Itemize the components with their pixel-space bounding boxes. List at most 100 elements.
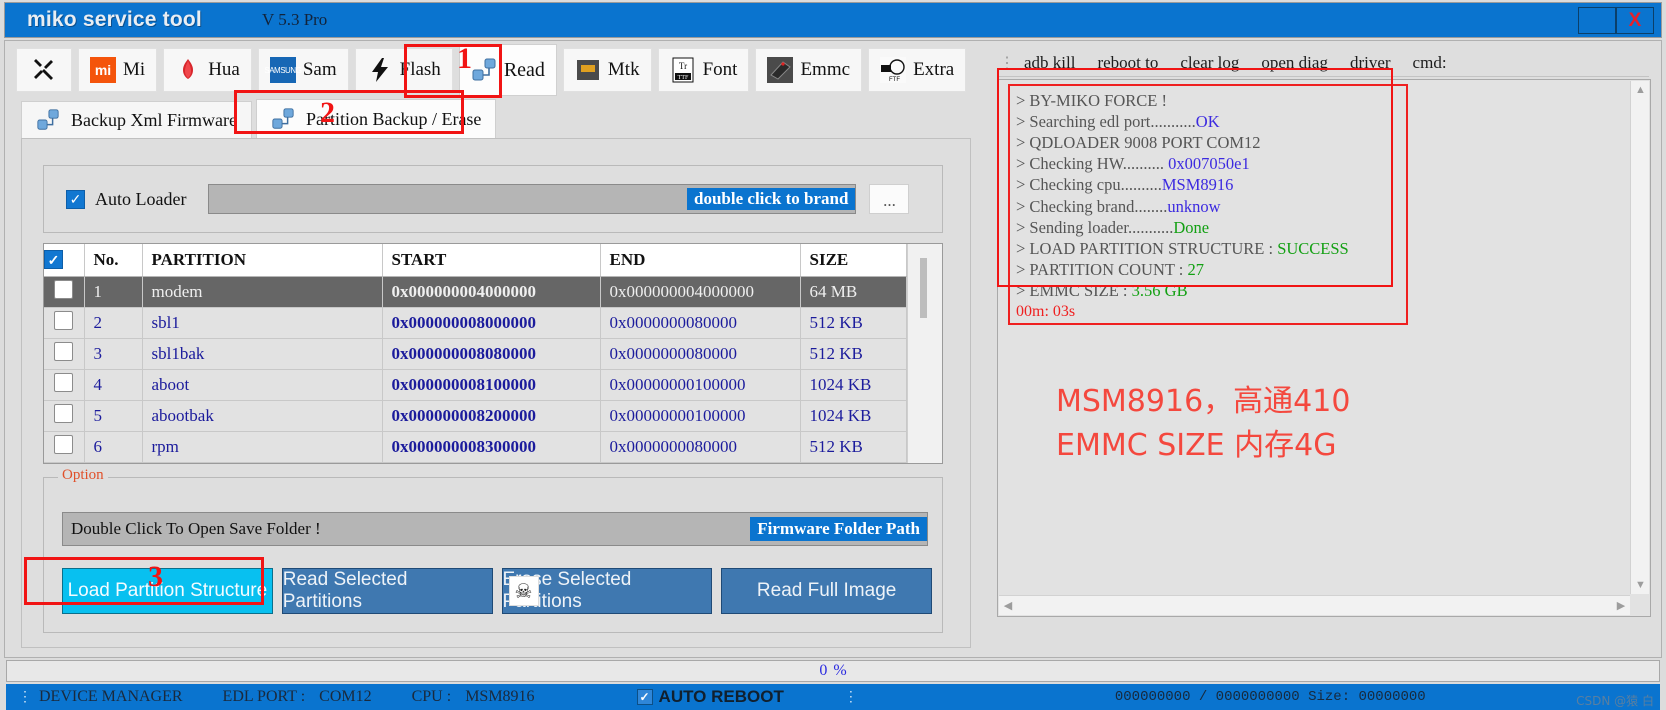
table-row[interactable]: 4 aboot 0x000000008100000 0x00000000100000 1… bbox=[44, 369, 907, 401]
status-cpu-label: CPU : bbox=[411, 688, 452, 705]
mtk-icon bbox=[575, 57, 601, 83]
menu-item-driver[interactable]: driver bbox=[1350, 53, 1413, 73]
toolbar-item-label: Extra bbox=[913, 59, 955, 80]
select-all-checkbox[interactable]: ✓ bbox=[44, 250, 63, 270]
status-grip-icon[interactable]: ⋮ bbox=[18, 689, 32, 706]
scroll-up-icon[interactable]: ▲ bbox=[1631, 81, 1650, 99]
status-grip-icon-2[interactable]: ⋮ bbox=[844, 689, 858, 706]
row-checkbox-cell[interactable] bbox=[44, 307, 85, 339]
save-folder-bar[interactable]: Double Click To Open Save Folder ! Firmw… bbox=[62, 512, 928, 546]
cell-no: 4 bbox=[84, 369, 143, 401]
cell-partition: sbl1 bbox=[142, 307, 383, 339]
progress-bar: 0 % bbox=[6, 660, 1660, 682]
row-checkbox-cell[interactable] bbox=[44, 338, 85, 370]
toolbar-item-mi[interactable]: mi Mi bbox=[78, 48, 158, 92]
font-icon: Tr TTF bbox=[670, 57, 696, 83]
log-line: > EMMC SIZE : 3.56 GB bbox=[1016, 280, 1188, 300]
close-button[interactable]: X bbox=[1616, 6, 1654, 34]
menu-item-adb-kill[interactable]: adb kill bbox=[1024, 53, 1097, 73]
left-pane: mi Mi Hua SAMSUNG Sam Flash Read Mtk Tr … bbox=[9, 43, 987, 653]
row-checkbox-cell[interactable] bbox=[44, 369, 85, 401]
cell-size: 512 KB bbox=[800, 431, 907, 464]
table-row[interactable]: 2 sbl1 0x000000008000000 0x0000000080000 512… bbox=[44, 307, 907, 339]
erase-selected-partitions-button[interactable]: ☠ Erase Selected Partitions bbox=[501, 568, 713, 614]
cell-start: 0x000000008000000 bbox=[382, 307, 601, 339]
scroll-right-icon[interactable]: ▶ bbox=[1612, 599, 1630, 612]
toolbar-item-label: Read bbox=[503, 58, 545, 81]
row-checkbox[interactable] bbox=[53, 279, 73, 299]
toolbar-item-mtk[interactable]: Mtk bbox=[562, 48, 652, 92]
read-selected-partitions-button[interactable]: Read Selected Partitions bbox=[281, 568, 493, 614]
table-row[interactable]: 5 abootbak 0x000000008200000 0x000000001000… bbox=[44, 400, 907, 432]
column-header-partition: PARTITION bbox=[142, 244, 383, 277]
auto-reboot-control[interactable]: ✓ AUTO REBOOT bbox=[636, 687, 784, 707]
loader-browse-button[interactable]: ... bbox=[869, 184, 910, 214]
toolbar-item-extra[interactable]: FTF Extra bbox=[868, 48, 967, 92]
table-row[interactable]: 6 rpm 0x000000008300000 0x0000000080000 512 … bbox=[44, 431, 907, 464]
cell-no: 5 bbox=[84, 400, 143, 432]
read-icon bbox=[471, 57, 497, 83]
table-scroll-thumb[interactable] bbox=[919, 258, 927, 318]
tab-backup-xml-firmware[interactable]: Backup Xml Firmware bbox=[21, 101, 252, 139]
column-header-size: SIZE bbox=[800, 244, 907, 277]
auto-loader-checkbox[interactable]: ✓ bbox=[66, 189, 85, 209]
cell-no: 2 bbox=[84, 307, 143, 339]
button-label: Load Partition Structure bbox=[67, 580, 268, 601]
log-horizontal-scrollbar[interactable]: ◀ ▶ bbox=[999, 595, 1630, 615]
menu-item-clear-log[interactable]: clear log bbox=[1180, 53, 1261, 73]
row-checkbox-cell[interactable] bbox=[44, 276, 85, 308]
row-checkbox[interactable] bbox=[53, 403, 73, 423]
menu-item-reboot-to[interactable]: reboot to bbox=[1097, 53, 1180, 73]
menu-grip-icon[interactable]: ⋮ bbox=[999, 53, 1015, 73]
menu-item-cmd[interactable]: cmd: bbox=[1413, 53, 1469, 73]
scroll-down-icon[interactable]: ▼ bbox=[1631, 576, 1650, 594]
app-window: miko service tool V 5.3 Pro X mi Mi Hua … bbox=[0, 0, 1666, 710]
table-row[interactable]: 1 modem 0x000000004000000 0x000000004000000… bbox=[44, 276, 907, 308]
table-row[interactable]: 3 sbl1bak 0x000000008080000 0x0000000080000… bbox=[44, 338, 907, 370]
read-full-image-button[interactable]: Read Full Image bbox=[721, 568, 932, 614]
log-line: > QDLOADER 9008 PORT COM12 bbox=[1016, 133, 1261, 153]
load-partition-structure-button[interactable]: Load Partition Structure bbox=[62, 568, 273, 614]
auto-reboot-label: AUTO REBOOT bbox=[658, 687, 784, 706]
toolbar-item-flash[interactable]: Flash bbox=[354, 48, 453, 92]
minimize-button[interactable] bbox=[1578, 6, 1616, 34]
row-checkbox[interactable] bbox=[53, 341, 73, 361]
toolbar-item-read[interactable]: Read bbox=[458, 44, 557, 96]
cell-start: 0x000000008200000 bbox=[382, 400, 601, 432]
cell-end: 0x0000000080000 bbox=[600, 431, 801, 464]
status-edl-port-label: EDL PORT : bbox=[222, 688, 306, 705]
cell-partition: abootbak bbox=[142, 400, 383, 432]
row-checkbox-cell[interactable] bbox=[44, 400, 85, 432]
log-content: > BY-MIKO FORCE ! > Searching edl port...… bbox=[998, 80, 1630, 594]
tab-label: Backup Xml Firmware bbox=[71, 110, 237, 130]
log-line: > PARTITION COUNT : 27 bbox=[1016, 259, 1204, 279]
toolbar-item-sam[interactable]: SAMSUNG Sam bbox=[257, 48, 349, 92]
cell-no: 3 bbox=[84, 338, 143, 370]
scroll-left-icon[interactable]: ◀ bbox=[999, 599, 1017, 612]
log-timer: 00m: 03s bbox=[1016, 303, 1076, 321]
status-device-manager[interactable]: DEVICE MANAGER bbox=[39, 688, 183, 706]
partition-table: ✓ No. PARTITION START END SIZE 1 modem 0x0… bbox=[43, 243, 943, 464]
row-checkbox[interactable] bbox=[53, 372, 73, 392]
row-checkbox-cell[interactable] bbox=[44, 431, 85, 464]
cell-no: 6 bbox=[84, 431, 143, 464]
table-scrollbar[interactable] bbox=[906, 244, 942, 463]
status-cpu-value: MSM8916 bbox=[465, 688, 535, 705]
button-label: Read Selected Partitions bbox=[282, 569, 408, 612]
row-checkbox[interactable] bbox=[53, 310, 73, 330]
loader-path-input[interactable]: double click to brand bbox=[208, 184, 857, 214]
svg-text:FTF: FTF bbox=[889, 77, 900, 83]
select-all-header[interactable]: ✓ bbox=[44, 244, 85, 277]
log-line: > Checking cpu..........MSM8916 bbox=[1016, 175, 1234, 195]
menu-item-open-diag[interactable]: open diag bbox=[1261, 53, 1350, 73]
option-legend: Option bbox=[58, 467, 108, 484]
log-vertical-scrollbar[interactable]: ▲ ▼ bbox=[1630, 81, 1649, 594]
toolbar-item-tools[interactable] bbox=[16, 48, 72, 92]
toolbar-item-emmc[interactable]: Emmc bbox=[755, 48, 863, 92]
status-bar: ⋮ DEVICE MANAGER EDL PORT : COM12 CPU : … bbox=[6, 684, 1660, 710]
toolbar-item-hua[interactable]: Hua bbox=[163, 48, 252, 92]
row-checkbox[interactable] bbox=[53, 434, 73, 454]
tab-partition-backup-erase[interactable]: Partition Backup / Erase bbox=[255, 99, 497, 139]
toolbar-item-font[interactable]: Tr TTF Font bbox=[657, 48, 750, 92]
auto-reboot-checkbox[interactable]: ✓ bbox=[636, 689, 653, 705]
